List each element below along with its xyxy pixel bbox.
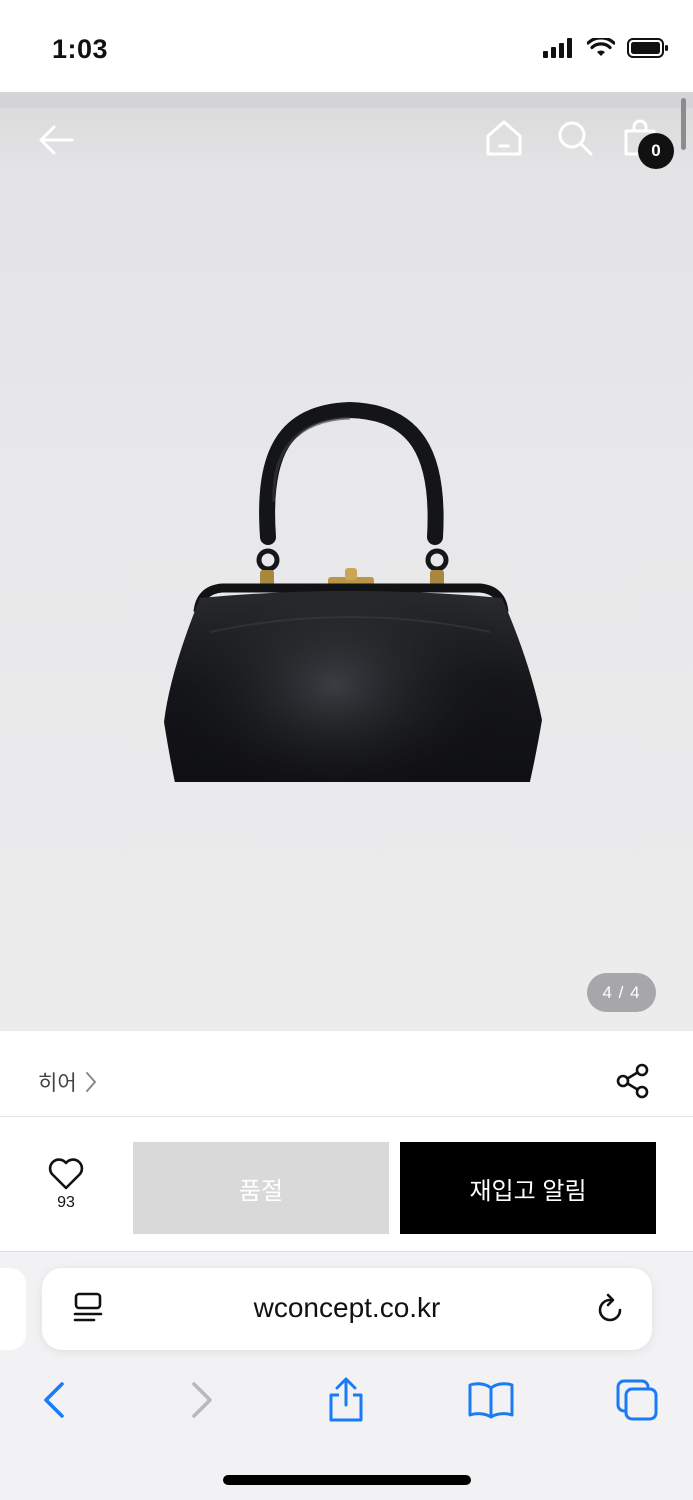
search-icon xyxy=(558,121,593,156)
wifi-icon xyxy=(586,36,616,63)
heart-icon xyxy=(48,1158,84,1190)
browser-chrome: wconcept.co.kr xyxy=(0,1252,693,1500)
product-image-handbag xyxy=(164,401,542,782)
browser-share-button[interactable] xyxy=(316,1370,376,1430)
share-sheet-icon xyxy=(329,1377,363,1422)
product-image-gallery[interactable]: 4 / 4 xyxy=(0,92,693,1031)
share-button[interactable] xyxy=(615,1063,651,1104)
arrow-left-icon xyxy=(39,125,74,155)
share-icon xyxy=(616,1063,649,1099)
browser-bookmarks-button[interactable] xyxy=(461,1370,521,1430)
wishlist-button[interactable]: 93 xyxy=(36,1158,96,1212)
address-bar[interactable]: wconcept.co.kr xyxy=(42,1268,652,1350)
reload-icon[interactable] xyxy=(594,1292,626,1331)
chevron-right-icon xyxy=(85,1072,96,1092)
brand-link[interactable]: 히어 xyxy=(38,1067,97,1097)
gallery-top-shade xyxy=(0,92,693,108)
browser-tabs-button[interactable] xyxy=(607,1370,667,1430)
chevron-left-icon xyxy=(44,1382,64,1418)
search-button[interactable] xyxy=(555,118,595,158)
book-icon xyxy=(468,1382,514,1419)
wishlist-count: 93 xyxy=(57,1194,75,1211)
status-icons xyxy=(543,36,669,63)
status-bar: 1:03 xyxy=(0,0,693,92)
brand-name: 히어 xyxy=(38,1072,77,1095)
home-indicator xyxy=(223,1475,471,1485)
browser-forward-button[interactable] xyxy=(172,1370,232,1430)
scroll-indicator xyxy=(681,98,686,150)
cart-count-badge: 0 xyxy=(638,133,674,169)
home-button[interactable] xyxy=(484,118,524,158)
image-counter: 4 / 4 xyxy=(587,973,656,1012)
signal-icon xyxy=(543,38,575,63)
restock-alert-button[interactable]: 재입고 알림 xyxy=(400,1142,656,1234)
home-icon xyxy=(486,120,522,156)
soldout-button[interactable]: 품절 xyxy=(133,1142,389,1234)
chevron-right-icon xyxy=(192,1382,212,1418)
battery-icon xyxy=(627,38,669,63)
previous-tab-preview[interactable] xyxy=(0,1268,26,1350)
url-text: wconcept.co.kr xyxy=(253,1292,441,1323)
back-button[interactable] xyxy=(36,120,76,160)
browser-back-button[interactable] xyxy=(24,1370,84,1430)
page: 1:03 4 / 4 0 히어 93 품절 재입고 알림 wconcept.co… xyxy=(0,0,693,1500)
tabs-icon xyxy=(616,1379,658,1421)
browser-toolbar xyxy=(0,1370,693,1430)
status-time: 1:03 xyxy=(52,34,109,64)
brand-row: 히어 xyxy=(0,1031,693,1117)
action-bar: 93 품절 재입고 알림 xyxy=(0,1118,693,1252)
